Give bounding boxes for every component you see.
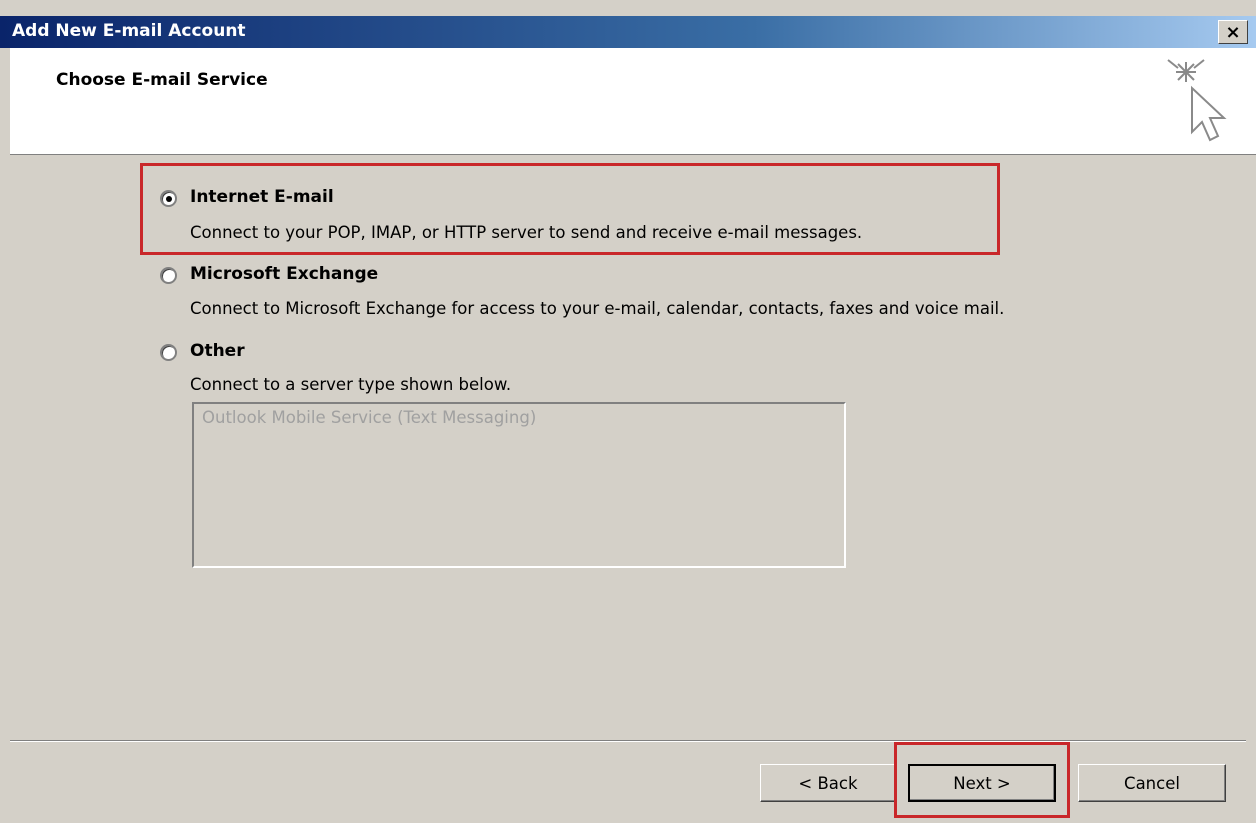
microsoft-exchange-label[interactable]: Microsoft Exchange	[190, 264, 378, 284]
internet-email-radio[interactable]	[160, 190, 177, 207]
server-type-list[interactable]: Outlook Mobile Service (Text Messaging)	[192, 402, 846, 568]
close-button[interactable]: ×	[1218, 20, 1248, 44]
wizard-header: Choose E-mail Service	[0, 48, 1256, 155]
internet-email-description: Connect to your POP, IMAP, or HTTP serve…	[190, 223, 863, 242]
window-title: Add New E-mail Account	[12, 21, 246, 41]
add-account-dialog: Add New E-mail Account × Choose E-mail S…	[0, 0, 1256, 823]
list-item[interactable]: Outlook Mobile Service (Text Messaging)	[202, 408, 536, 427]
other-radio[interactable]	[160, 344, 177, 361]
microsoft-exchange-description: Connect to Microsoft Exchange for access…	[190, 299, 1005, 318]
next-button[interactable]: Next >	[908, 764, 1056, 802]
cancel-button[interactable]: Cancel	[1078, 764, 1226, 802]
title-bar[interactable]: Add New E-mail Account ×	[0, 16, 1256, 48]
back-button[interactable]: < Back	[760, 764, 896, 802]
internet-email-label[interactable]: Internet E-mail	[190, 187, 334, 207]
close-icon: ×	[1225, 21, 1241, 43]
dialog-frame	[0, 48, 10, 808]
sparkle-cursor-icon	[1167, 59, 1227, 142]
other-description: Connect to a server type shown below.	[190, 375, 512, 394]
other-label[interactable]: Other	[190, 341, 245, 361]
microsoft-exchange-radio[interactable]	[160, 267, 177, 284]
page-title: Choose E-mail Service	[56, 70, 268, 90]
